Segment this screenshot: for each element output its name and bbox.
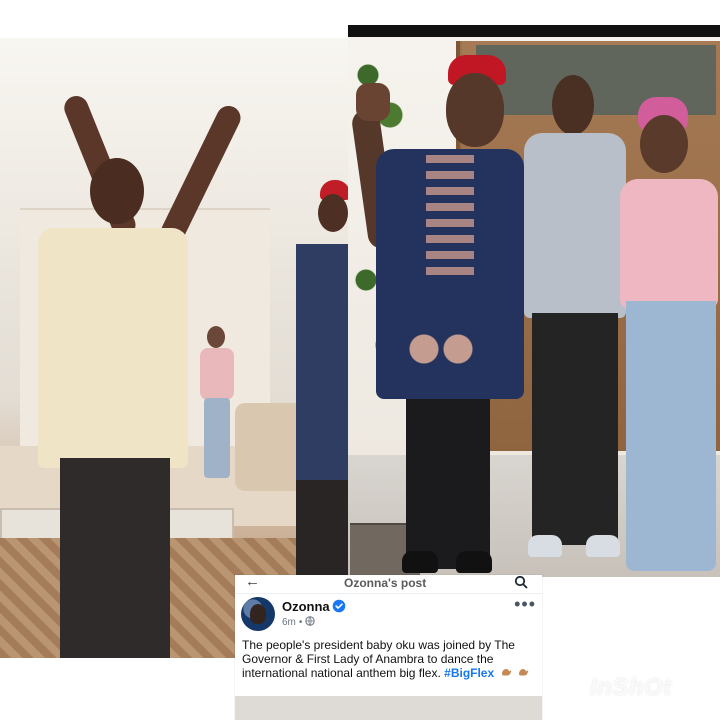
verified-badge-icon: [332, 599, 346, 613]
hashtag-link[interactable]: #BigFlex: [444, 666, 494, 680]
governor-head: [446, 73, 504, 147]
outdoor-group-photo: [348, 25, 720, 577]
facebook-post-card: ← Ozonna's post Ozonna 6m • ••• The peop…: [235, 575, 542, 720]
edge-dancer-shirt: [296, 244, 348, 484]
globe-icon: [305, 616, 316, 626]
post-time: 6m: [282, 617, 296, 628]
post-header: ← Ozonna's post: [235, 575, 542, 594]
first-lady-figure: [620, 97, 720, 575]
flexed-biceps-icon: [518, 669, 529, 676]
background-dancer-top: [200, 348, 234, 400]
young-man-left-shoe: [528, 535, 562, 557]
young-man-head: [552, 75, 594, 135]
background-dancer-jeans: [204, 398, 230, 478]
indoor-dance-photo: [0, 38, 348, 658]
right-shoe: [456, 551, 492, 573]
young-man-right-shoe: [586, 535, 620, 557]
post-time-row: 6m •: [282, 616, 316, 628]
edge-dancer-head: [318, 194, 348, 232]
post-media-preview[interactable]: [235, 686, 542, 720]
dancer-pants: [60, 458, 170, 658]
arrow-left-icon[interactable]: ←: [245, 575, 260, 591]
post-title: Ozonna's post: [344, 576, 427, 590]
main-dancer: [38, 92, 245, 658]
dancer-shirt: [38, 228, 188, 468]
governor-figure: [350, 53, 524, 573]
avatar[interactable]: [241, 597, 275, 631]
photo-border: [348, 25, 720, 37]
peace-sign-hand: [356, 83, 390, 121]
post-author-row: Ozonna 6m • •••: [241, 595, 536, 633]
background-dancer-head: [207, 326, 225, 348]
left-shoe: [402, 551, 438, 573]
first-lady-head: [640, 115, 688, 173]
watermark-text: InShOt: [590, 674, 672, 701]
light-blue-jeans: [626, 301, 716, 571]
more-options-icon[interactable]: •••: [514, 595, 536, 613]
patterned-shirt: [376, 149, 524, 399]
background-dancer: [194, 326, 242, 481]
pink-top: [620, 179, 718, 309]
dancer-head: [90, 158, 144, 224]
flexed-biceps-icon: [501, 669, 511, 676]
young-man-pants: [532, 313, 618, 545]
separator-dot: •: [298, 617, 303, 628]
author-name[interactable]: Ozonna: [282, 599, 330, 614]
armchair: [235, 403, 305, 491]
gray-hoodie: [524, 133, 626, 318]
post-caption: The people's president baby oku was join…: [242, 638, 534, 680]
governor-pants: [406, 399, 490, 569]
video-frame: ← Ozonna's post Ozonna 6m • ••• The peop…: [0, 0, 720, 720]
search-icon[interactable]: [514, 575, 528, 589]
